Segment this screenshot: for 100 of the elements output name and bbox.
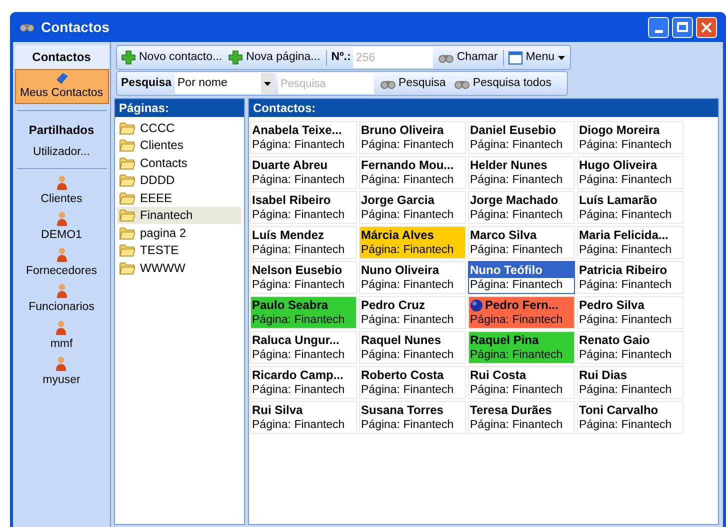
- contact-name: Paulo Seabra: [251, 297, 356, 313]
- new-page-button[interactable]: Nova página...: [226, 48, 322, 66]
- shared-subtitle: Utilizador...: [33, 145, 90, 160]
- contact-card[interactable]: Jorge Machado Página: Finantech: [468, 191, 575, 224]
- close-button[interactable]: [696, 16, 717, 38]
- page-item[interactable]: TESTE: [117, 242, 241, 259]
- person-icon: [56, 247, 68, 263]
- folder-icon: [119, 226, 135, 240]
- contact-card[interactable]: Isabel Ribeiro Página: Finantech: [250, 191, 357, 224]
- search-label: Pesquisa: [120, 76, 172, 91]
- user-item[interactable]: myuser: [42, 356, 80, 389]
- pages-header: Páginas:: [115, 99, 244, 117]
- folder-icon: [119, 138, 135, 152]
- contact-card[interactable]: Marco Silva Página: Finantech: [468, 226, 575, 259]
- contact-card[interactable]: Anabela Teixe... Página: Finantech: [250, 121, 357, 154]
- contact-card[interactable]: Diogo Moreira Página: Finantech: [577, 121, 684, 154]
- contact-card[interactable]: Maria Felicida... Página: Finantech: [577, 226, 684, 259]
- contact-card[interactable]: Duarte Abreu Página: Finantech: [250, 156, 357, 189]
- close-icon: [701, 22, 712, 32]
- contact-card[interactable]: Rui Costa Página: Finantech: [468, 366, 575, 399]
- contact-card[interactable]: Nuno Teófilo Página: Finantech: [468, 261, 575, 294]
- search-mode-dropdown[interactable]: Por nome: [174, 73, 274, 94]
- page-item[interactable]: EEEE: [117, 189, 241, 206]
- search-button[interactable]: Pesquisa: [376, 74, 449, 92]
- user-item[interactable]: mmf: [50, 320, 73, 353]
- caret-icon: [558, 56, 564, 60]
- window-title: Contactos: [41, 18, 110, 36]
- contact-card[interactable]: Toni Carvalho Página: Finantech: [577, 401, 684, 434]
- contact-page: Página: Finantech: [469, 313, 574, 328]
- contact-card[interactable]: Roberto Costa Página: Finantech: [359, 366, 466, 399]
- user-item[interactable]: Fornecedores: [26, 247, 97, 280]
- contact-page: Página: Finantech: [360, 243, 465, 258]
- page-item[interactable]: Contacts: [117, 154, 241, 172]
- minimize-button[interactable]: [648, 16, 669, 38]
- page-item[interactable]: pagina 2: [117, 224, 241, 242]
- binoculars-icon: [19, 21, 35, 33]
- contact-card[interactable]: Patricia Ribeiro Página: Finantech: [577, 261, 684, 294]
- contact-card[interactable]: Paulo Seabra Página: Finantech: [250, 296, 357, 329]
- contact-card[interactable]: Márcia Alves Página: Finantech: [359, 226, 466, 259]
- number-label: Nº.:: [331, 50, 351, 65]
- plus-icon: [121, 50, 136, 65]
- plus-icon: [228, 50, 244, 65]
- contact-card[interactable]: Teresa Durães Página: Finantech: [468, 401, 575, 434]
- number-field[interactable]: 256: [352, 47, 433, 68]
- search-all-button[interactable]: Pesquisa todos: [452, 74, 554, 92]
- contact-card[interactable]: Susana Torres Página: Finantech: [359, 401, 466, 434]
- contact-card[interactable]: Hugo Oliveira Página: Finantech: [577, 156, 684, 189]
- window-icon: [508, 50, 523, 64]
- page-item[interactable]: WWWW: [117, 259, 241, 276]
- caret-icon: [264, 82, 271, 86]
- user-item[interactable]: DEMO1: [41, 210, 82, 244]
- contact-page: Página: Finantech: [469, 348, 574, 363]
- folder-icon: [119, 120, 135, 135]
- contact-card[interactable]: Raquel Pina Página: Finantech: [468, 331, 575, 364]
- folder-icon: [119, 190, 135, 205]
- contact-name: Pedro Fern...: [469, 297, 574, 313]
- contact-card[interactable]: Nuno Oliveira Página: Finantech: [359, 261, 466, 294]
- folder-icon: [119, 173, 135, 188]
- folder-icon: [119, 243, 135, 258]
- user-item[interactable]: Funcionarios: [28, 283, 94, 316]
- folder-icon: [119, 156, 135, 170]
- contact-card[interactable]: Jorge Garcia Página: Finantech: [359, 191, 466, 224]
- sidebar-header: Contactos: [14, 45, 108, 69]
- person-icon: [56, 283, 68, 300]
- contact-card[interactable]: Pedro Silva Página: Finantech: [577, 296, 684, 329]
- contact-card[interactable]: Raluca Ungur... Página: Finantech: [250, 331, 357, 364]
- contact-card[interactable]: Nelson Eusebio Página: Finantech: [250, 261, 357, 294]
- contact-card[interactable]: Fernando Mou... Página: Finantech: [359, 156, 466, 189]
- contact-card[interactable]: Helder Nunes Página: Finantech: [468, 156, 575, 189]
- page-item[interactable]: Finantech: [117, 206, 241, 224]
- person-icon: [55, 320, 68, 336]
- person-icon: [56, 174, 68, 190]
- maximize-button[interactable]: [672, 16, 693, 38]
- page-item[interactable]: DDDD: [117, 172, 241, 189]
- book-icon: [54, 71, 68, 85]
- contact-card[interactable]: Renato Gaio Página: Finantech: [577, 331, 684, 364]
- contact-card[interactable]: Luís Mendez Página: Finantech: [250, 226, 357, 259]
- contact-card[interactable]: Ricardo Camp... Página: Finantech: [250, 366, 357, 399]
- call-button[interactable]: Chamar: [434, 48, 501, 66]
- new-contact-button[interactable]: Novo contacto...: [119, 48, 224, 66]
- contact-card[interactable]: Rui Silva Página: Finantech: [250, 401, 357, 434]
- contact-card[interactable]: Luís Lamarão Página: Finantech: [577, 191, 684, 224]
- folder-icon: [119, 260, 135, 275]
- contact-card[interactable]: Pedro Fern... Página: Finantech: [468, 296, 575, 329]
- sidebar-item[interactable]: Meus Contactos: [14, 69, 108, 104]
- contact-card[interactable]: Bruno Oliveira Página: Finantech: [359, 121, 466, 154]
- person-icon: [56, 210, 68, 227]
- person-icon: [55, 356, 68, 372]
- contact-card[interactable]: Raquel Nunes Página: Finantech: [359, 331, 466, 364]
- contact-name: Nuno Teófilo: [469, 262, 574, 278]
- user-item[interactable]: Clientes: [40, 174, 82, 208]
- contact-card[interactable]: Daniel Eusebio Página: Finantech: [468, 121, 575, 154]
- contact-card[interactable]: Pedro Cruz Página: Finantech: [359, 296, 466, 329]
- page-item[interactable]: Clientes: [117, 136, 241, 154]
- search-field[interactable]: Pesquisa: [278, 73, 374, 94]
- contact-card[interactable]: Rui Dias Página: Finantech: [577, 366, 684, 399]
- page-item[interactable]: CCCC: [117, 119, 241, 136]
- menu-button[interactable]: Menu: [506, 48, 566, 66]
- ball-icon: [470, 298, 483, 312]
- contact-name: Raquel Pina: [469, 332, 574, 348]
